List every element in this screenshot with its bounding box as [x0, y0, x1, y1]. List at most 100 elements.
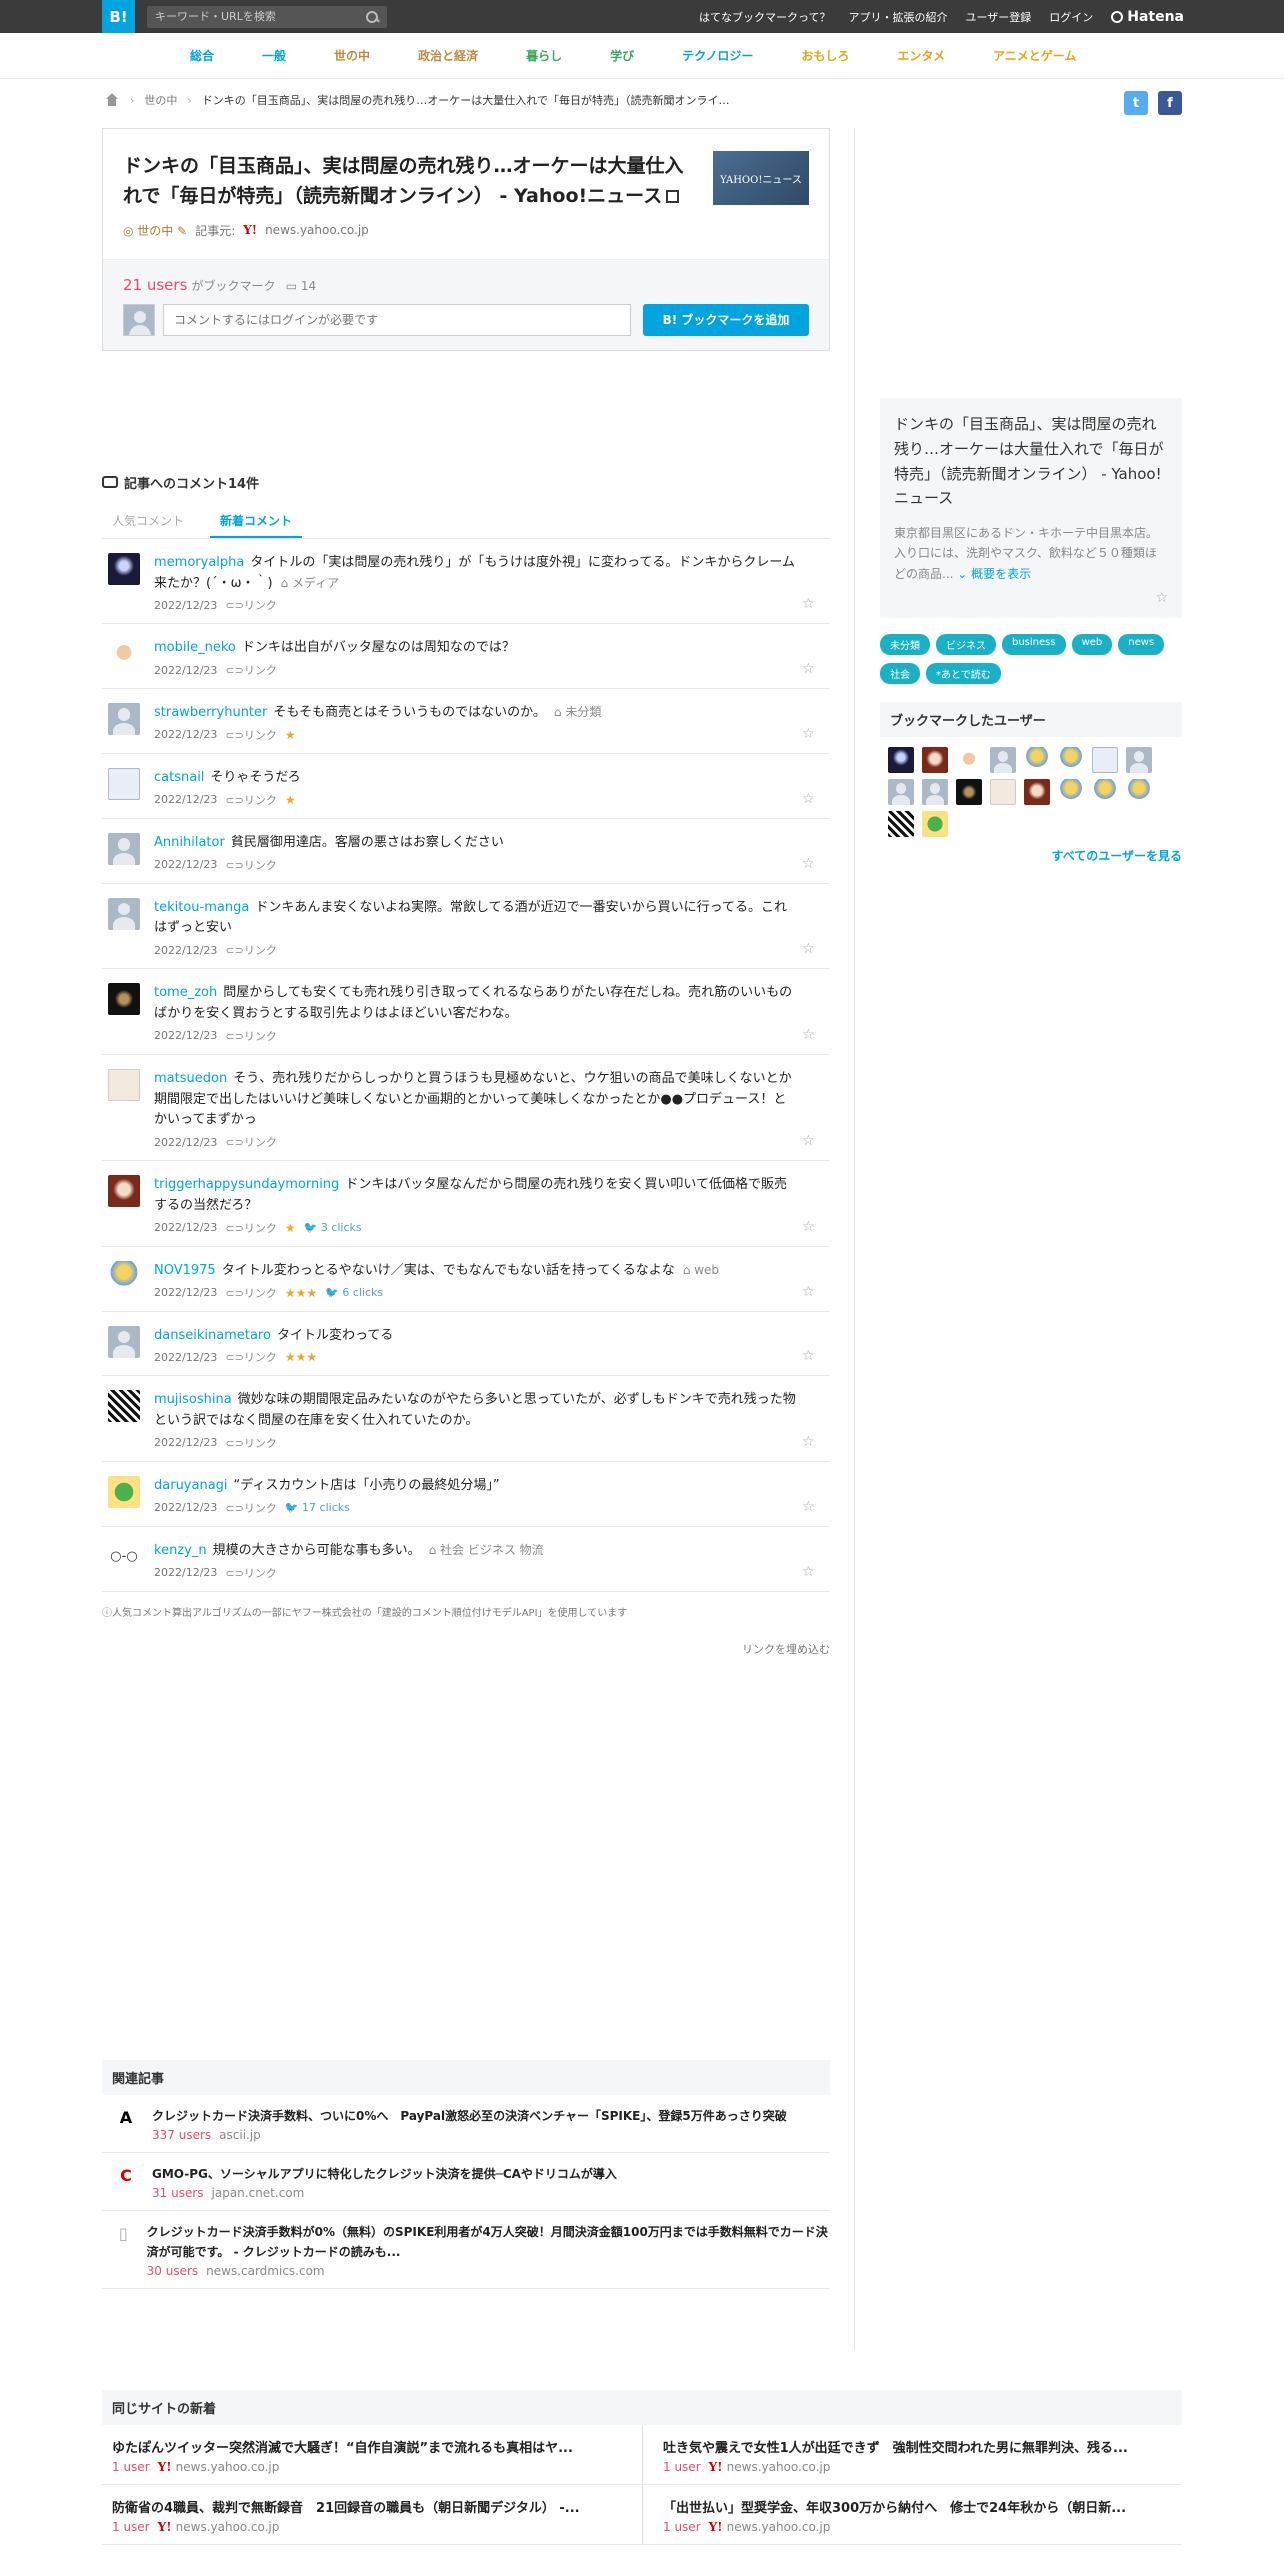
user-avatar[interactable] — [922, 747, 948, 774]
comment-link[interactable]: ⊂⊃リンク — [225, 1435, 276, 1451]
comment-date[interactable]: 2022/12/23 — [154, 1501, 217, 1514]
comment-username[interactable]: kenzy_n — [154, 1543, 207, 1558]
add-star-icon[interactable]: ☆ — [802, 857, 816, 871]
comment-username[interactable]: matsuedon — [154, 1071, 227, 1086]
comment-username[interactable]: mobile_neko — [154, 640, 236, 655]
add-bookmark-button[interactable]: B! ブックマークを追加 — [643, 303, 809, 336]
twitter-clicks[interactable]: 🐦 17 clicks — [285, 1501, 350, 1514]
related-source[interactable]: news.cardmics.com — [206, 2264, 324, 2278]
add-star-icon[interactable]: ☆ — [802, 1565, 816, 1579]
user-avatar[interactable] — [888, 779, 914, 806]
comment-link[interactable]: ⊂⊃リンク — [225, 857, 276, 873]
comment-date[interactable]: 2022/12/23 — [154, 728, 217, 741]
same-site-title[interactable]: 吐き気や震えで女性1人が出廷できず 強制性交問われた男に無罪判決、残る... — [663, 2437, 1153, 2456]
avatar[interactable] — [108, 552, 140, 585]
user-avatar[interactable] — [1092, 747, 1118, 774]
entry-category[interactable]: ◎ 世の中 ✎ — [123, 222, 187, 239]
comment-username[interactable]: mujisoshina — [154, 1392, 232, 1407]
comment-username[interactable]: triggerhappysundaymorning — [154, 1177, 339, 1192]
star-rating[interactable]: ★ — [285, 728, 296, 742]
comment-link[interactable]: ⊂⊃リンク — [225, 727, 276, 743]
comment-username[interactable]: strawberryhunter — [154, 705, 267, 720]
login-link[interactable]: ログイン — [1049, 9, 1093, 25]
comment-tag-text[interactable]: メディア — [292, 576, 339, 590]
star-rating[interactable]: ★★★ — [285, 1350, 317, 1364]
comment-date[interactable]: 2022/12/23 — [154, 1351, 217, 1364]
same-site-users[interactable]: 1 user — [663, 2520, 701, 2534]
avatar[interactable] — [108, 1325, 140, 1358]
comment-date[interactable]: 2022/12/23 — [154, 1436, 217, 1449]
avatar[interactable] — [108, 1175, 140, 1208]
comment-link[interactable]: ⊂⊃リンク — [225, 1134, 276, 1150]
user-avatar[interactable] — [1058, 747, 1084, 774]
comment-username[interactable]: tekitou-manga — [154, 900, 249, 915]
add-star-icon[interactable]: ☆ — [802, 1220, 816, 1234]
facebook-share-icon[interactable]: f — [1158, 91, 1182, 115]
avatar[interactable] — [108, 1540, 140, 1573]
user-avatar[interactable] — [1092, 779, 1118, 806]
comment-date[interactable]: 2022/12/23 — [154, 793, 217, 806]
comment-date[interactable]: 2022/12/23 — [154, 1221, 217, 1234]
add-star-icon[interactable]: ☆ — [802, 1435, 816, 1449]
add-star-icon[interactable]: ☆ — [802, 597, 816, 611]
star-rating[interactable]: ★ — [285, 793, 296, 807]
comment-username[interactable]: danseikinametaro — [154, 1328, 271, 1343]
comment-username[interactable]: catsnail — [154, 770, 204, 785]
related-title[interactable]: クレジットカード決済手数料が0%（無料）のSPIKE利用者が4万人突破！月間決済… — [147, 2225, 828, 2258]
comment-username[interactable]: tome_zoh — [154, 985, 217, 1000]
comment-tags[interactable]: ⌂ メディア — [281, 576, 340, 590]
comment-username[interactable]: NOV1975 — [154, 1263, 216, 1278]
user-avatar[interactable] — [922, 779, 948, 806]
same-site-title[interactable]: 防衛省の4職員、裁判で無断録音 21回録音の職員も（朝日新聞デジタル） -... — [112, 2497, 602, 2516]
twitter-clicks[interactable]: 🐦 3 clicks — [304, 1221, 362, 1234]
hatena-bookmark-logo[interactable]: B! — [102, 0, 135, 33]
category-link[interactable]: テクノロジー — [682, 47, 753, 64]
comment-link[interactable]: ⊂⊃リンク — [225, 792, 276, 808]
sidebar-tag[interactable]: *あとで読む — [926, 663, 1001, 685]
category-link[interactable]: 政治と経済 — [418, 47, 478, 64]
related-source[interactable]: ascii.jp — [219, 2128, 261, 2142]
embed-link[interactable]: リンクを埋め込む — [102, 1641, 830, 1657]
add-star-icon[interactable]: ☆ — [802, 1349, 816, 1363]
add-star-icon[interactable]: ☆ — [802, 1028, 816, 1042]
tab-new-comments[interactable]: 新着コメント — [210, 504, 303, 538]
entry-thumbnail[interactable]: YAHOO!ニュース — [713, 151, 809, 205]
comment-tags[interactable]: ⌂ 未分類 — [554, 705, 601, 719]
twitter-clicks[interactable]: 🐦 6 clicks — [325, 1286, 383, 1299]
same-site-source[interactable]: news.yahoo.co.jp — [727, 2460, 831, 2474]
category-link[interactable]: 総合 — [190, 47, 214, 64]
same-site-users[interactable]: 1 user — [112, 2460, 150, 2474]
comment-date[interactable]: 2022/12/23 — [154, 1136, 217, 1149]
category-link[interactable]: エンタメ — [897, 47, 945, 64]
comment-date[interactable]: 2022/12/23 — [154, 1566, 217, 1579]
external-link-icon[interactable] — [666, 190, 680, 204]
register-link[interactable]: ユーザー登録 — [965, 9, 1031, 25]
summary-title[interactable]: ドンキの「目玉商品」、実は問屋の売れ残り…オーケーは大量仕入れで「毎日が特売」（… — [894, 412, 1168, 511]
avatar[interactable] — [108, 638, 140, 671]
user-avatar[interactable] — [888, 747, 914, 774]
same-site-source[interactable]: news.yahoo.co.jp — [727, 2520, 831, 2534]
same-site-users[interactable]: 1 user — [112, 2520, 150, 2534]
comment-link[interactable]: ⊂⊃リンク — [225, 1028, 276, 1044]
comment-link[interactable]: ⊂⊃リンク — [225, 1285, 276, 1301]
sidebar-tag[interactable]: business — [1002, 634, 1066, 656]
comment-link[interactable]: ⊂⊃リンク — [225, 597, 276, 613]
user-avatar[interactable] — [1126, 747, 1152, 774]
user-avatar[interactable] — [956, 747, 982, 774]
user-avatar[interactable] — [1126, 779, 1152, 806]
user-avatar[interactable] — [1024, 747, 1050, 774]
comment-date[interactable]: 2022/12/23 — [154, 944, 217, 957]
same-site-title[interactable]: 「出世払い」型奨学金、年収300万から納付へ 修士で24年秋から（朝日新... — [663, 2497, 1153, 2516]
see-all-users-link[interactable]: すべてのユーザーを見る — [880, 847, 1182, 864]
search-input[interactable] — [155, 10, 365, 23]
twitter-share-icon[interactable]: t — [1124, 91, 1148, 115]
category-link[interactable]: アニメとゲーム — [993, 47, 1076, 64]
avatar[interactable] — [108, 1260, 140, 1293]
sidebar-tag[interactable]: 社会 — [880, 663, 920, 685]
show-summary-link[interactable]: ⌄ 概要を表示 — [957, 567, 1031, 581]
add-star-icon[interactable]: ☆ — [802, 662, 816, 676]
sidebar-tag[interactable]: news — [1118, 634, 1165, 656]
category-link[interactable]: 一般 — [262, 47, 286, 64]
add-star-icon[interactable]: ☆ — [802, 942, 816, 956]
related-users[interactable]: 31 users — [152, 2186, 204, 2200]
